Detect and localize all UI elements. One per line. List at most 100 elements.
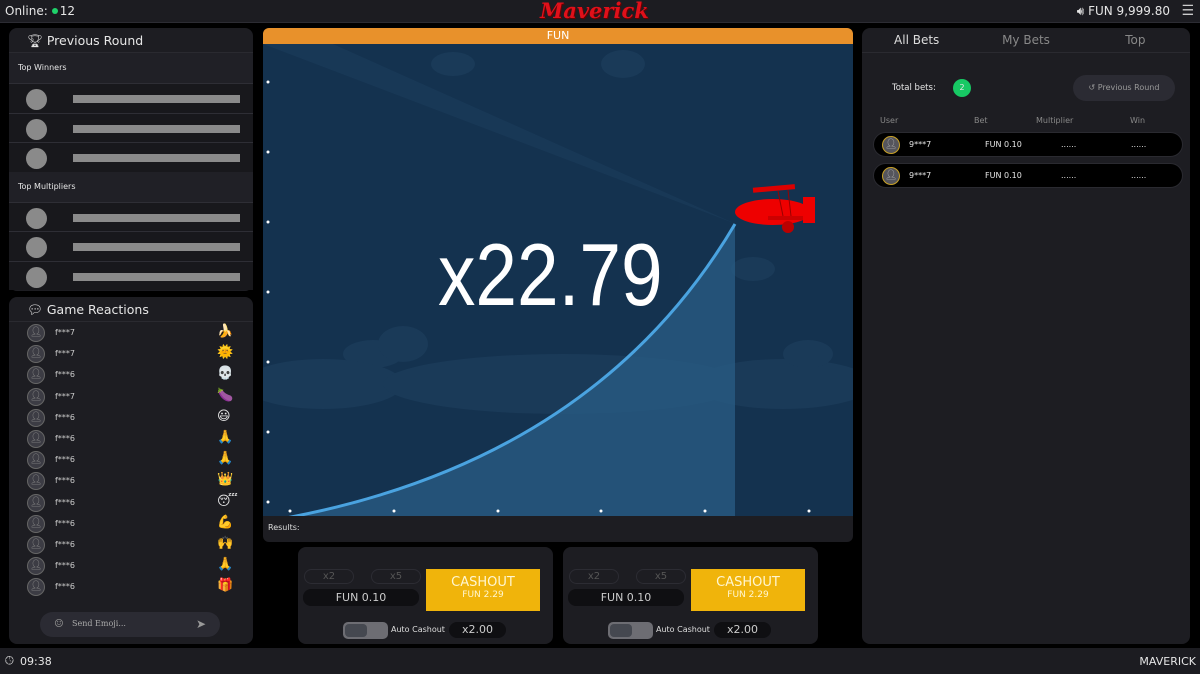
x2-button[interactable]: x2 bbox=[569, 569, 619, 584]
light-beam bbox=[263, 44, 736, 224]
auto-cashout-input[interactable]: x2.00 bbox=[449, 622, 506, 638]
bottom-bar: 🕓︎ 09:38 MAVERICK bbox=[0, 648, 1200, 674]
smiley-icon[interactable]: ☺ bbox=[54, 617, 64, 630]
panel-title: Game Reactions bbox=[46, 302, 149, 317]
clock-time: 09:38 bbox=[20, 655, 52, 668]
tab-my-bets[interactable]: My Bets bbox=[971, 28, 1080, 52]
placeholder-row bbox=[9, 112, 253, 142]
user: f***6 bbox=[55, 370, 75, 380]
auto-cashout-toggle[interactable] bbox=[608, 622, 653, 639]
auto-cashout-label: Auto Cashout bbox=[391, 625, 445, 634]
brand-label: MAVERICK bbox=[1139, 655, 1196, 668]
reaction-emoji: 😴 bbox=[217, 493, 238, 509]
avatar: 👤︎ bbox=[27, 324, 45, 342]
reaction-item: 👤︎ f***6 🙏 bbox=[9, 555, 253, 576]
tab-top[interactable]: Top bbox=[1081, 28, 1190, 52]
previous-round-panel: 🏆︎ Previous Round Top Winners Top Multip… bbox=[9, 28, 253, 291]
send-emoji-input[interactable]: ☺ Send Emoji... ➤ bbox=[40, 612, 220, 637]
panel-title: Previous Round bbox=[46, 33, 144, 48]
reaction-item: 👤︎ f***6 🎁 bbox=[9, 576, 253, 597]
reaction-item: 👤︎ f***6 🙌 bbox=[9, 534, 253, 555]
bet-amount-input[interactable]: FUN 0.10 bbox=[303, 589, 419, 606]
bet: FUN 0.10 bbox=[985, 140, 1022, 149]
x5-button[interactable]: x5 bbox=[636, 569, 686, 584]
user: f***7 bbox=[55, 349, 75, 359]
user: f***6 bbox=[55, 455, 75, 465]
multiplier: ...... bbox=[1061, 171, 1077, 180]
avatar: 👤︎ bbox=[882, 167, 900, 185]
trophy-icon: 🏆︎ bbox=[27, 33, 47, 48]
avatar: 👤︎ bbox=[27, 387, 45, 406]
col-win: Win bbox=[1130, 116, 1146, 125]
game-reactions-panel: 💬︎ Game Reactions 👤︎ f***7 🍌 👤︎ f***7 🌞 👤︎ f***… bbox=[9, 297, 253, 644]
top-multipliers-label: Top Multipliers bbox=[9, 171, 253, 202]
user: 9***7 bbox=[909, 171, 932, 180]
tab-all-bets[interactable]: All Bets bbox=[862, 28, 971, 52]
placeholder: Send Emoji... bbox=[72, 619, 126, 628]
auto-cashout-input[interactable]: x2.00 bbox=[714, 622, 771, 638]
history-icon: ↺ bbox=[1088, 83, 1098, 92]
online-label: Online: bbox=[5, 4, 48, 18]
previous-round-button[interactable]: ↺ Previous Round bbox=[1073, 75, 1175, 101]
reaction-list[interactable]: 👤︎ f***7 🍌 👤︎ f***7 🌞 👤︎ f***6 💀 👤︎ f***7 🍆 👤︎ f***6 😃… bbox=[9, 322, 253, 597]
top-winners-label: Top Winners bbox=[9, 53, 253, 83]
reaction-item: 👤︎ f***6 👑 bbox=[9, 470, 253, 491]
reaction-item: 👤︎ f***6 🙏 bbox=[9, 449, 253, 470]
online-count: 12 bbox=[59, 4, 76, 18]
user: f***6 bbox=[55, 561, 75, 571]
x2-button[interactable]: x2 bbox=[304, 569, 354, 584]
results-label: Results: bbox=[268, 523, 300, 532]
reaction-emoji: 🙌 bbox=[217, 535, 234, 551]
user: f***6 bbox=[55, 539, 75, 549]
auto-cashout-toggle[interactable] bbox=[343, 622, 388, 639]
reaction-item: 👤︎ f***6 🙏 bbox=[9, 428, 253, 449]
col-user: User bbox=[880, 116, 899, 125]
placeholder-row bbox=[9, 201, 253, 231]
reaction-emoji: 🎁 bbox=[217, 578, 234, 594]
reaction-item: 👤︎ f***6 💀 bbox=[9, 364, 253, 385]
user: f***7 bbox=[55, 391, 75, 401]
avatar: 👤︎ bbox=[27, 578, 45, 597]
cashout-label: CASHOUT bbox=[451, 575, 515, 590]
reaction-emoji: 🙏 bbox=[217, 451, 234, 467]
game-canvas: x22.79 bbox=[263, 44, 853, 522]
bet-row: 👤︎ 9***7 FUN 0.10............ bbox=[873, 163, 1183, 188]
total-bets-badge: 2 bbox=[953, 79, 971, 97]
reaction-item: 👤︎ f***6 💪 bbox=[9, 513, 253, 534]
total-bets-label: Total bets: bbox=[892, 83, 936, 93]
bet-amount-input[interactable]: FUN 0.10 bbox=[568, 589, 684, 606]
multiplier-display: x22.79 bbox=[438, 225, 663, 324]
bet-row: 👤︎ 9***7 FUN 0.10............ bbox=[873, 132, 1183, 157]
avatar: 👤︎ bbox=[27, 472, 45, 491]
online-dot-icon bbox=[51, 8, 58, 14]
online-indicator: Online: 12 bbox=[5, 4, 75, 18]
multiplier: ...... bbox=[1061, 140, 1077, 149]
reaction-item: 👤︎ f***6 😃 bbox=[9, 407, 253, 428]
user: f***7 bbox=[55, 328, 75, 337]
game-mode-header: FUN bbox=[263, 28, 853, 44]
sound-icon[interactable]: 🔊︎ bbox=[1077, 4, 1088, 18]
menu-icon[interactable]: ☰ bbox=[1181, 3, 1194, 19]
reaction-emoji: 🙏 bbox=[217, 429, 234, 445]
win: ...... bbox=[1131, 140, 1147, 149]
bet-panel-1: x2 x5 FUN 0.10 CASHOUT FUN 2.29 Auto Cash… bbox=[298, 547, 553, 644]
send-icon[interactable]: ➤ bbox=[196, 617, 206, 631]
reaction-item: 👤︎ f***6 😴 bbox=[9, 492, 253, 513]
avatar: 👤︎ bbox=[27, 345, 45, 364]
avatar: 👤︎ bbox=[27, 514, 45, 533]
avatar: 👤︎ bbox=[882, 136, 900, 154]
cashout-button[interactable]: CASHOUT FUN 2.29 bbox=[426, 569, 540, 611]
button-label: Previous Round bbox=[1097, 83, 1160, 92]
reaction-item: 👤︎ f***7 🍆 bbox=[9, 386, 253, 407]
user: 9***7 bbox=[909, 140, 932, 149]
x5-button[interactable]: x5 bbox=[371, 569, 421, 584]
cashout-button[interactable]: CASHOUT FUN 2.29 bbox=[691, 569, 805, 611]
logo: Maverick bbox=[540, 0, 649, 23]
bet-panel-2: x2 x5 FUN 0.10 CASHOUT FUN 2.29 Auto Cash… bbox=[563, 547, 818, 644]
avatar: 👤︎ bbox=[27, 408, 45, 427]
reaction-emoji: 😃 bbox=[217, 408, 231, 424]
reaction-emoji: 🍌 bbox=[217, 324, 234, 339]
plane-icon bbox=[735, 184, 815, 233]
balance-value: FUN 9,999.80 bbox=[1088, 4, 1170, 18]
reaction-emoji: 🙏 bbox=[217, 557, 234, 573]
